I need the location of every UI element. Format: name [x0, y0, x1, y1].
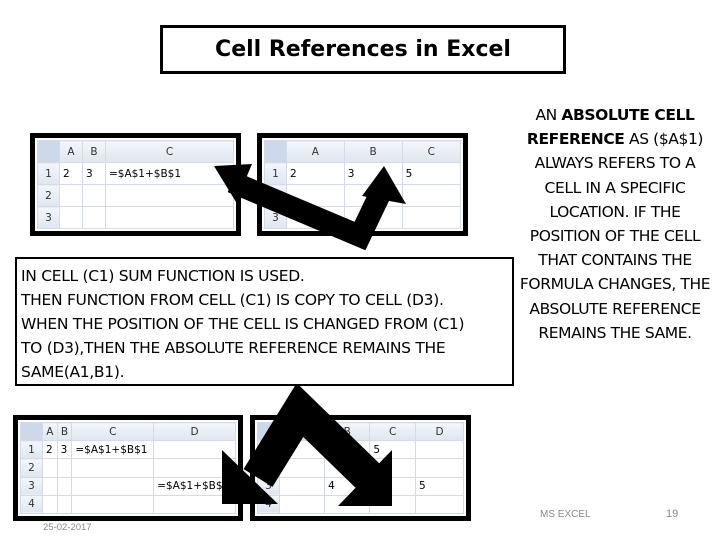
explanation-box: IN CELL (C1) SUM FUNCTION IS USED. THEN … — [15, 257, 514, 386]
footer-subject: MS EXCEL — [540, 509, 591, 520]
top-double-arrow — [214, 164, 406, 251]
note-line: SAME(A1,B1). — [21, 363, 125, 381]
note-line: THEN FUNCTION FROM CELL (C1) IS COPY TO … — [21, 291, 444, 309]
page-number: 19 — [666, 508, 679, 520]
footer-date: 25-02-2017 — [43, 522, 92, 533]
note-line: IN CELL (C1) SUM FUNCTION IS USED. — [21, 267, 305, 285]
note-line: TO (D3),THEN THE ABSOLUTE REFERENCE REMA… — [21, 339, 446, 357]
bottom-double-arrow — [222, 383, 392, 506]
note-line: WHEN THE POSITION OF THE CELL IS CHANGED… — [21, 315, 465, 333]
